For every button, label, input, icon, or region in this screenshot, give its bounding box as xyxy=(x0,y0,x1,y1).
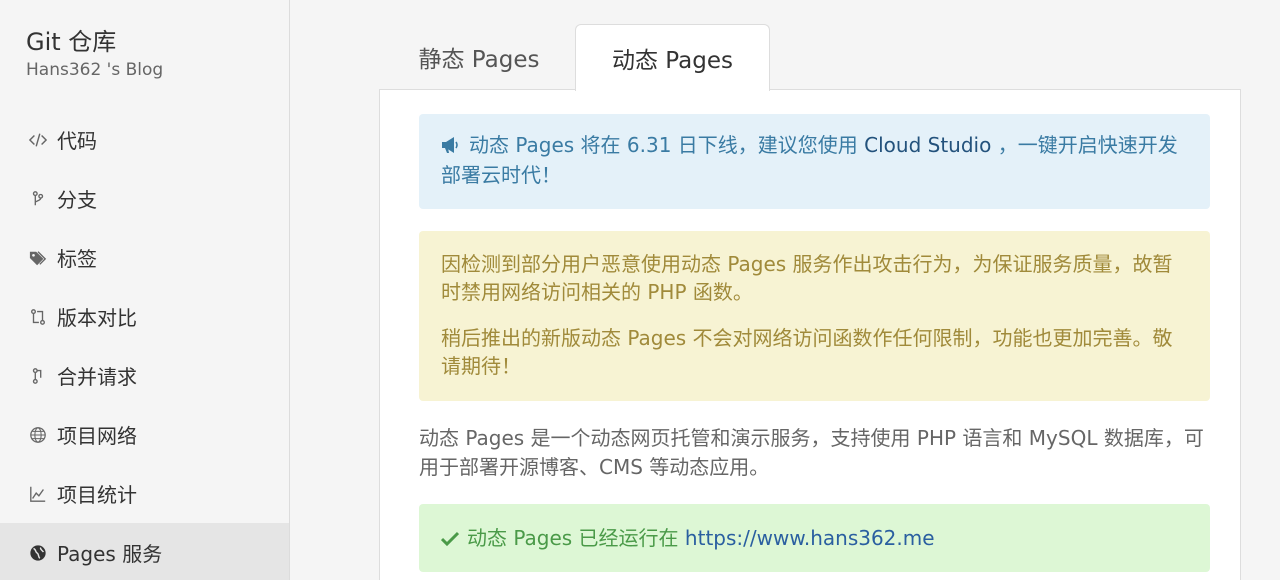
sidebar-item-label: 版本对比 xyxy=(57,306,137,330)
code-icon xyxy=(28,130,48,150)
sidebar-item-label: 标签 xyxy=(57,247,97,271)
compare-icon xyxy=(28,307,48,327)
sidebar-item-merge-requests[interactable]: 合并请求 xyxy=(0,346,289,405)
sidebar-item-compare[interactable]: 版本对比 xyxy=(0,287,289,346)
warning-notice: 因检测到部分用户恶意使用动态 Pages 服务作出攻击行为，为保证服务质量，故暂… xyxy=(419,231,1210,401)
pages-description: 动态 Pages 是一个动态网页托管和演示服务，支持使用 PHP 语言和 MyS… xyxy=(419,426,1204,479)
sidebar-item-stats[interactable]: 项目统计 xyxy=(0,464,289,523)
sidebar-nav: 代码 分支 标签 版本对比 合并请求 项目网络 项目统计 Pages 服务 xyxy=(0,110,289,580)
sidebar-item-label: 合并请求 xyxy=(57,365,137,389)
warning-paragraph-1: 因检测到部分用户恶意使用动态 Pages 服务作出攻击行为，为保证服务质量，故暂… xyxy=(441,252,1173,304)
check-icon xyxy=(440,526,460,554)
chart-icon xyxy=(28,484,48,504)
megaphone-icon xyxy=(441,133,461,161)
sidebar-item-branches[interactable]: 分支 xyxy=(0,169,289,228)
warning-paragraph-2: 稍后推出的新版动态 Pages 不会对网络访问函数作任何限制，功能也更加完善。敬… xyxy=(441,326,1173,378)
globe-outline-icon xyxy=(28,425,48,445)
notice-text-before: 动态 Pages 将在 6.31 日下线，建议您使用 xyxy=(469,133,865,157)
tab-static-pages[interactable]: 静态 Pages xyxy=(393,24,565,90)
sidebar-item-pages[interactable]: Pages 服务 xyxy=(0,523,289,580)
status-text: 动态 Pages 已经运行在 xyxy=(467,526,685,550)
sidebar-item-network[interactable]: 项目网络 xyxy=(0,405,289,464)
repo-title: Git 仓库 xyxy=(26,28,117,56)
cloud-studio-link[interactable]: Cloud Studio xyxy=(864,133,991,157)
tab-dynamic-pages[interactable]: 动态 Pages xyxy=(575,24,770,91)
globe-filled-icon xyxy=(28,543,48,563)
site-url-link[interactable]: https://www.hans362.me xyxy=(685,526,935,550)
sidebar-item-label: 项目统计 xyxy=(57,483,137,507)
sidebar-item-label: Pages 服务 xyxy=(57,542,163,566)
main-content: 静态 Pages 动态 Pages 动态 Pages 将在 6.31 日下线，建… xyxy=(291,0,1280,580)
tags-icon xyxy=(28,248,48,268)
tab-panel: 动态 Pages 将在 6.31 日下线，建议您使用 Cloud Studio … xyxy=(379,89,1241,580)
sidebar-item-tags[interactable]: 标签 xyxy=(0,228,289,287)
merge-request-icon xyxy=(28,366,48,386)
sidebar-item-code[interactable]: 代码 xyxy=(0,110,289,169)
sidebar: Git 仓库 Hans362 's Blog 代码 分支 标签 版本对比 合并请… xyxy=(0,0,290,580)
branch-icon xyxy=(28,189,48,209)
repo-subtitle[interactable]: Hans362 's Blog xyxy=(26,60,163,80)
sidebar-item-label: 分支 xyxy=(57,188,97,212)
running-status: 动态 Pages 已经运行在 https://www.hans362.me xyxy=(419,504,1210,572)
sidebar-item-label: 项目网络 xyxy=(57,424,137,448)
offline-notice: 动态 Pages 将在 6.31 日下线，建议您使用 Cloud Studio … xyxy=(419,114,1210,209)
sidebar-item-label: 代码 xyxy=(57,129,97,153)
pages-tabs: 静态 Pages 动态 Pages xyxy=(379,24,1241,91)
